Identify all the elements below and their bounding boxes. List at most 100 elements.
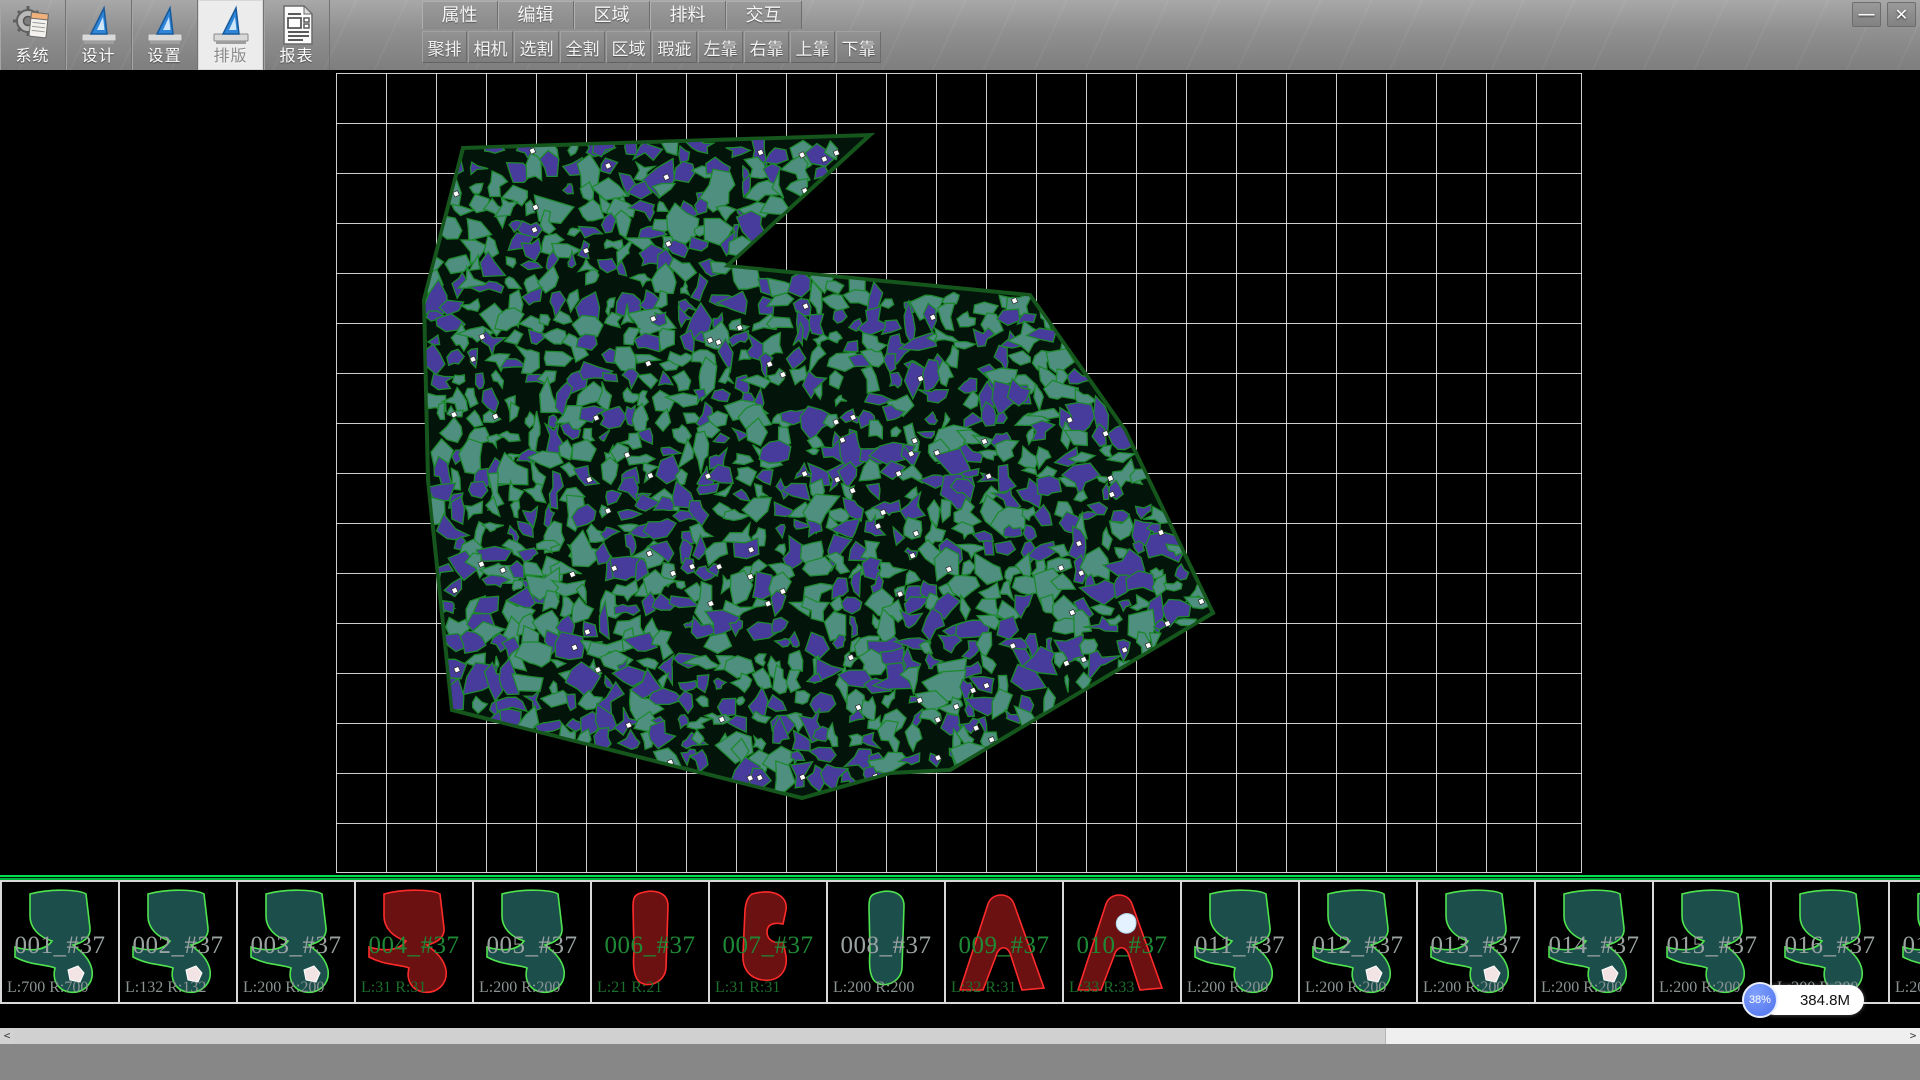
main-tab-label: 设置 [147, 47, 181, 67]
parts-strip: 001_#37 L:700 R:700 002_#37 L:132 R:132 … [0, 875, 1920, 1028]
part-label: 017_#37 [1890, 932, 1920, 960]
horizontal-scrollbar: < > [0, 1028, 1920, 1044]
set-square-icon [143, 3, 187, 47]
set-square-icon [209, 3, 253, 47]
main-tab-system[interactable]: 系统 [0, 0, 66, 70]
part-lr-count: L:200 R:200 [1305, 979, 1386, 997]
scroll-left-arrow[interactable]: < [0, 1028, 14, 1044]
part-label: 015_#37 [1654, 932, 1770, 960]
part-thumbnail-001_#37[interactable]: 001_#37 L:700 R:700 [2, 882, 120, 1002]
tool-button-4[interactable]: 全割 [560, 31, 605, 63]
main-tab-label: 排版 [213, 47, 247, 67]
tool-button-7[interactable]: 左靠 [698, 31, 743, 63]
menu-tab-4[interactable]: 排料 [650, 1, 726, 29]
part-thumbnail-007_#37[interactable]: 007_#37 L:31 R:31 [710, 882, 828, 1002]
part-label: 008_#37 [828, 932, 944, 960]
main-tab-settings[interactable]: 设置 [132, 0, 198, 70]
part-lr-count: L:32 R:31 [951, 979, 1016, 997]
tool-button-6[interactable]: 瑕疵 [652, 31, 697, 63]
nested-hide-graphic [0, 70, 1920, 875]
part-lr-count: L:200 R:200 [479, 979, 560, 997]
part-thumbnail-list: 001_#37 L:700 R:700 002_#37 L:132 R:132 … [0, 880, 1920, 1004]
part-lr-count: L:200 R:200 [1541, 979, 1622, 997]
part-lr-count: L:200 R:200 [1659, 979, 1740, 997]
menu-tab-2[interactable]: 编辑 [498, 1, 574, 29]
tool-button-row: 聚排相机选割全割区域瑕疵左靠右靠上靠下靠 [422, 31, 882, 63]
menu-tab-1[interactable]: 属性 [422, 1, 498, 29]
gear-icon [11, 3, 55, 47]
tool-button-2[interactable]: 相机 [468, 31, 513, 63]
window-controls: — ✕ [1852, 2, 1916, 27]
main-tab-layout[interactable]: 排版 [198, 0, 264, 70]
part-thumbnail-004_#37[interactable]: 004_#37 L:31 R:31 [356, 882, 474, 1002]
status-badge: 384.8M 38% [1742, 985, 1864, 1015]
part-lr-count: L:21 R:21 [597, 979, 662, 997]
scrollbar-thumb[interactable] [14, 1028, 1386, 1044]
part-lr-count: L:200 R:200 [243, 979, 324, 997]
menu-tab-3[interactable]: 区域 [574, 1, 650, 29]
memory-value: 384.8M [1800, 992, 1850, 1009]
menu-tab-5[interactable]: 交互 [726, 1, 802, 29]
part-label: 014_#37 [1536, 932, 1652, 960]
window-bottom-edge [0, 1044, 1920, 1080]
part-label: 016_#37 [1772, 932, 1888, 960]
part-thumbnail-012_#37[interactable]: 012_#37 L:200 R:200 [1300, 882, 1418, 1002]
main-tab-label: 设计 [81, 47, 115, 67]
part-thumbnail-009_#37[interactable]: 009_#37 L:32 R:31 [946, 882, 1064, 1002]
part-label: 011_#37 [1182, 932, 1298, 960]
part-label: 007_#37 [710, 932, 826, 960]
part-thumbnail-008_#37[interactable]: 008_#37 L:200 R:200 [828, 882, 946, 1002]
main-tab-bar: 系统 设计 [0, 0, 330, 70]
progress-percent: 38% [1749, 994, 1771, 1006]
part-label: 003_#37 [238, 932, 354, 960]
close-button[interactable]: ✕ [1887, 2, 1916, 27]
tool-button-10[interactable]: 下靠 [836, 31, 881, 63]
part-thumbnail-013_#37[interactable]: 013_#37 L:200 R:200 [1418, 882, 1536, 1002]
part-thumbnail-010_#37[interactable]: 010_#37 L:33 R:33 [1064, 882, 1182, 1002]
part-label: 001_#37 [2, 932, 118, 960]
part-label: 002_#37 [120, 932, 236, 960]
part-lr-count: L:132 R:132 [125, 979, 206, 997]
nesting-canvas[interactable] [0, 70, 1920, 875]
tool-button-1[interactable]: 聚排 [422, 31, 467, 63]
part-thumbnail-003_#37[interactable]: 003_#37 L:200 R:200 [238, 882, 356, 1002]
part-lr-count: L:200 R:200 [1187, 979, 1268, 997]
scroll-right-arrow[interactable]: > [1906, 1028, 1920, 1044]
part-thumbnail-016_#37[interactable]: 016_#37 L:200 R:200 [1772, 882, 1890, 1002]
part-lr-count: L:700 R:700 [7, 979, 88, 997]
part-label: 010_#37 [1064, 932, 1180, 960]
main-tab-label: 报表 [279, 47, 313, 67]
part-lr-count: L:33 R:33 [1069, 979, 1134, 997]
part-thumbnail-014_#37[interactable]: 014_#37 L:200 R:200 [1536, 882, 1654, 1002]
part-thumbnail-005_#37[interactable]: 005_#37 L:200 R:200 [474, 882, 592, 1002]
nesting-app-window: 系统 设计 [0, 0, 1920, 1080]
part-label: 009_#37 [946, 932, 1062, 960]
tool-button-3[interactable]: 选割 [514, 31, 559, 63]
menu-tab-row: 属性编辑区域排料交互 [422, 1, 802, 29]
part-label: 013_#37 [1418, 932, 1534, 960]
part-label: 005_#37 [474, 932, 590, 960]
part-thumbnail-011_#37[interactable]: 011_#37 L:200 R:200 [1182, 882, 1300, 1002]
minimize-button[interactable]: — [1852, 2, 1881, 27]
part-lr-count: L:31 R:31 [361, 979, 426, 997]
tool-button-8[interactable]: 右靠 [744, 31, 789, 63]
main-tab-label: 系统 [15, 47, 49, 67]
part-thumbnail-006_#37[interactable]: 006_#37 L:21 R:21 [592, 882, 710, 1002]
progress-circle: 38% [1742, 982, 1778, 1018]
main-tab-report[interactable]: 报表 [264, 0, 330, 70]
part-lr-count: L:31 R:31 [715, 979, 780, 997]
main-tab-design[interactable]: 设计 [66, 0, 132, 70]
tool-button-9[interactable]: 上靠 [790, 31, 835, 63]
part-label: 012_#37 [1300, 932, 1416, 960]
part-lr-count: L:200 R:200 [1895, 979, 1920, 997]
report-icon [275, 3, 319, 47]
part-lr-count: L:200 R:200 [833, 979, 914, 997]
part-thumbnail-017_#37[interactable]: 017_#37 L:200 R:200 [1890, 882, 1920, 1002]
set-square-icon [77, 3, 121, 47]
part-thumbnail-002_#37[interactable]: 002_#37 L:132 R:132 [120, 882, 238, 1002]
tool-button-5[interactable]: 区域 [606, 31, 651, 63]
part-lr-count: L:200 R:200 [1423, 979, 1504, 997]
toolbar: 系统 设计 [0, 0, 1920, 70]
part-label: 004_#37 [356, 932, 472, 960]
part-label: 006_#37 [592, 932, 708, 960]
